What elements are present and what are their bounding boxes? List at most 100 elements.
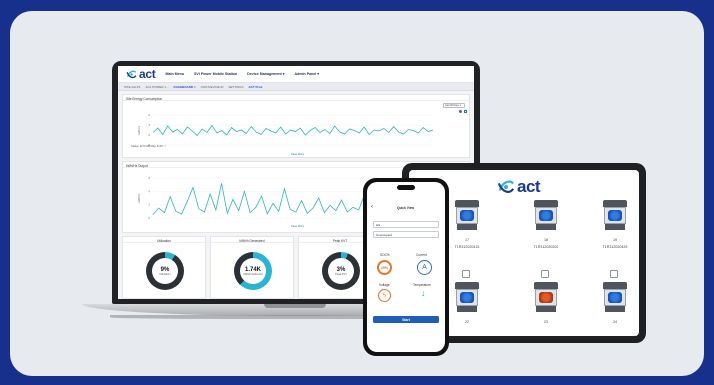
unit-top bbox=[455, 282, 479, 289]
unit-serial: T1R312020429 bbox=[602, 245, 628, 249]
y-tick-label: 0 bbox=[149, 216, 151, 220]
soc-value: 45% bbox=[380, 265, 389, 270]
view-more-link[interactable]: View More bbox=[291, 152, 304, 156]
start-button[interactable]: Start bbox=[373, 316, 439, 323]
act-logo-text: act bbox=[139, 67, 156, 81]
tab-site[interactable]: SITE-JALP1 bbox=[124, 85, 141, 89]
quick-view-title: Quick View bbox=[397, 206, 414, 210]
current-value: A bbox=[422, 264, 427, 271]
y-axis-label: kWh/hr bbox=[137, 194, 141, 203]
unit-select-value: HS bbox=[376, 223, 381, 227]
y-tick-label: 2 bbox=[149, 203, 151, 207]
unit-select[interactable]: HS bbox=[373, 221, 439, 228]
view-more-link[interactable]: View More bbox=[291, 224, 304, 228]
tab-bar: SITE-JALP1 AC1 POWER 1... DASHBOARD × UN… bbox=[118, 83, 474, 91]
current-icon: A bbox=[417, 260, 432, 275]
gauge-ring: 1.74K kWh/h Delivered bbox=[234, 252, 272, 290]
unit-status-indicator bbox=[608, 292, 622, 303]
nav-main-menu[interactable]: Main Menu bbox=[165, 72, 184, 76]
tab-act-prod[interactable]: ACT Prod bbox=[248, 85, 262, 89]
act-logo-icon bbox=[126, 70, 137, 78]
unit-top bbox=[455, 200, 479, 207]
unit-serial: T1R312020202 bbox=[533, 245, 559, 249]
unit-status-indicator bbox=[539, 210, 553, 221]
soc-gauge: 45% bbox=[377, 260, 392, 275]
tab-dashboard[interactable]: DASHBOARD × bbox=[174, 85, 196, 89]
current-label: Current bbox=[416, 253, 427, 257]
unit-base bbox=[536, 224, 556, 230]
voltage-icon: ϟ bbox=[378, 289, 391, 302]
unit-top bbox=[603, 200, 627, 207]
unit-top bbox=[534, 200, 558, 207]
nav-admin-panel[interactable]: Admin Panel ▾ bbox=[295, 72, 320, 76]
charger-unit-image bbox=[455, 200, 479, 230]
energy-summary: Status: 22.5 kWh/day, 8.4% ↑↑ bbox=[131, 145, 167, 148]
energy-line-chart: 0246kWh/hr bbox=[137, 113, 434, 147]
tab-unit-device[interactable]: UNIT/DEVICE ID bbox=[201, 85, 224, 89]
tablet-brand: act bbox=[517, 177, 541, 196]
gauge-panel: kWh/h Generated 1.74K kWh/h Delivered bbox=[210, 236, 294, 299]
phone-screen: ‹ Quick View HS Unoccupied SOC% 45% Curr… bbox=[367, 182, 445, 352]
charger-unit-image bbox=[534, 200, 558, 230]
dynamic-island bbox=[397, 185, 415, 190]
unit-top bbox=[534, 282, 558, 289]
act-logo[interactable]: act bbox=[126, 67, 156, 81]
unit-number: 23 bbox=[544, 320, 548, 324]
gauge-panel-title: kWh/h Generated bbox=[211, 237, 293, 243]
gauge-panel: Utilization 9% Utilization bbox=[122, 236, 206, 299]
laptop-notch bbox=[264, 304, 326, 308]
gauge-ring: 9% Utilization bbox=[146, 252, 184, 290]
temperature-down-icon: ↓ bbox=[421, 288, 426, 298]
unit-number: 17 bbox=[465, 238, 469, 242]
charger-unit-image bbox=[534, 282, 558, 312]
tablet-act-logo: act bbox=[497, 177, 541, 197]
unit-number: 18 bbox=[544, 238, 548, 242]
unit-checkbox[interactable] bbox=[610, 270, 618, 278]
y-tick-label: 6 bbox=[149, 176, 151, 180]
gauge-center: 3% Peak KVT bbox=[328, 258, 354, 284]
nav-mobile-station[interactable]: SVI Power Mobile Station bbox=[194, 72, 237, 76]
unit-checkbox[interactable] bbox=[462, 270, 470, 278]
series-line bbox=[152, 124, 434, 137]
soc-label: SOC% bbox=[380, 253, 390, 257]
status-select-value: Unoccupied bbox=[376, 233, 392, 237]
temperature-label: Temperature bbox=[413, 283, 431, 287]
expand-icon[interactable] bbox=[459, 110, 462, 113]
nav-device-management[interactable]: Device Management ▾ bbox=[247, 72, 284, 76]
y-tick-label: 2 bbox=[149, 133, 151, 137]
unit-top bbox=[603, 282, 627, 289]
unit-number: 24 bbox=[613, 320, 617, 324]
act-logo-icon bbox=[497, 180, 515, 193]
download-icon[interactable] bbox=[464, 110, 467, 113]
range-select[interactable]: Last 30 Days ▾ bbox=[443, 103, 465, 108]
unit-base bbox=[457, 306, 477, 312]
unit-base bbox=[457, 224, 477, 230]
gauge-label: kWh/h Delivered bbox=[243, 272, 263, 276]
unit-base bbox=[605, 306, 625, 312]
y-tick-label: 4 bbox=[149, 123, 151, 127]
gauge-center: 9% Utilization bbox=[152, 258, 178, 284]
tab-settings[interactable]: SETTINGS bbox=[228, 85, 243, 89]
gauge-label: Peak KVT bbox=[335, 272, 347, 276]
voltage-label: Voltage bbox=[379, 283, 390, 287]
top-navigation: act Main Menu SVI Power Mobile Station D… bbox=[118, 66, 474, 83]
unit-number: 22 bbox=[465, 320, 469, 324]
tab-power[interactable]: AC1 POWER 1... bbox=[146, 85, 169, 89]
unit-base bbox=[605, 224, 625, 230]
charger-unit-image bbox=[603, 282, 627, 312]
y-axis-label: kWh/hr bbox=[137, 126, 141, 135]
charger-unit-image bbox=[455, 282, 479, 312]
unit-status-indicator bbox=[460, 292, 474, 303]
back-chevron-icon[interactable]: ‹ bbox=[371, 204, 373, 210]
panel-title: Site Energy Consumption bbox=[123, 95, 469, 101]
gauge-panel-title: Utilization bbox=[123, 237, 205, 243]
charger-unit-image bbox=[603, 200, 627, 230]
unit-status-indicator bbox=[608, 210, 622, 221]
unit-serial: T1R312020415 bbox=[454, 245, 480, 249]
gauge-center: 1.74K kWh/h Delivered bbox=[240, 258, 266, 284]
status-select[interactable]: Unoccupied bbox=[373, 231, 439, 238]
y-tick-label: 4 bbox=[149, 189, 151, 193]
unit-checkbox[interactable] bbox=[541, 270, 549, 278]
unit-status-indicator bbox=[539, 292, 553, 303]
stage: act Main Menu SVI Power Mobile Station D… bbox=[0, 0, 714, 385]
